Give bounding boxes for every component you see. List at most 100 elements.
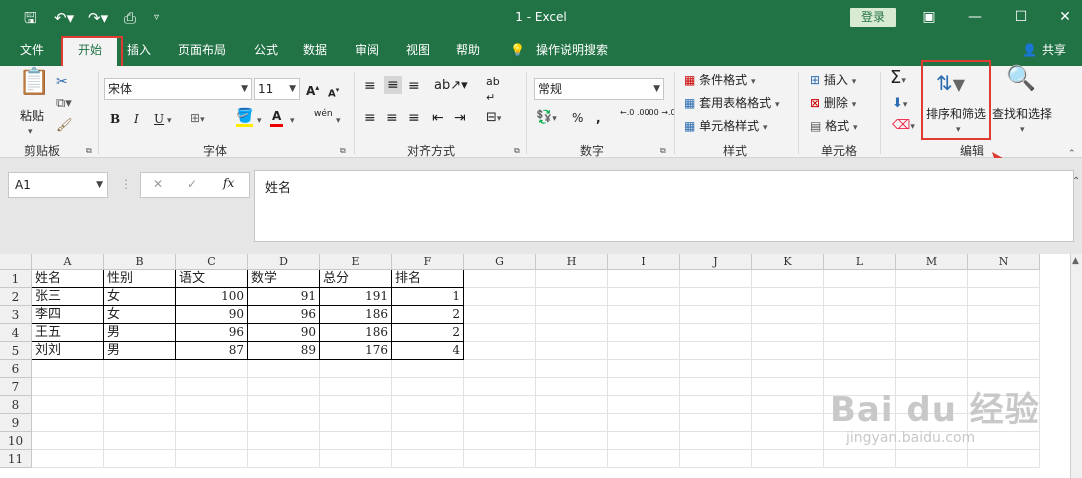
cell-m1[interactable] [896, 270, 968, 288]
cell-b6[interactable] [104, 360, 176, 378]
paste-dropdown-icon[interactable]: ▾ [28, 124, 33, 140]
find-select-icon[interactable]: 🔍 [1006, 66, 1036, 90]
fill-dropdown-icon[interactable]: ▾ [257, 113, 262, 129]
cell-d3[interactable]: 96 [248, 306, 320, 324]
cell-g10[interactable] [464, 432, 536, 450]
insert-function-icon[interactable]: fx [223, 176, 234, 190]
cell-h1[interactable] [536, 270, 608, 288]
cell-b5[interactable]: 男 [104, 342, 176, 360]
align-top-icon[interactable]: ≡ [364, 78, 376, 94]
cell-j1[interactable] [680, 270, 752, 288]
cell-c8[interactable] [176, 396, 248, 414]
row-header-8[interactable]: 8 [0, 396, 32, 414]
cell-g5[interactable] [464, 342, 536, 360]
cell-e5[interactable]: 176 [320, 342, 392, 360]
column-header-c[interactable]: C [176, 254, 248, 270]
close-icon[interactable]: ✕ [1050, 6, 1080, 28]
cell-d7[interactable] [248, 378, 320, 396]
tab-review[interactable]: 审阅 [355, 43, 379, 57]
cell-d4[interactable]: 90 [248, 324, 320, 342]
cell-c3[interactable]: 90 [176, 306, 248, 324]
cell-j5[interactable] [680, 342, 752, 360]
increase-decimal-button[interactable]: ←.0 .00 [620, 108, 650, 117]
cell-d11[interactable] [248, 450, 320, 468]
login-button[interactable]: 登录 [850, 8, 896, 27]
cell-b9[interactable] [104, 414, 176, 432]
column-header-k[interactable]: K [752, 254, 824, 270]
cell-h9[interactable] [536, 414, 608, 432]
format-as-table-button[interactable]: ▦ 套用表格格式 ▾ [684, 95, 780, 113]
row-header-9[interactable]: 9 [0, 414, 32, 432]
cell-k8[interactable] [752, 396, 824, 414]
cell-f11[interactable] [392, 450, 464, 468]
cell-h10[interactable] [536, 432, 608, 450]
cell-j9[interactable] [680, 414, 752, 432]
wrap-text-icon[interactable]: ab ↵ [486, 74, 500, 106]
print-preview-icon[interactable]: ⎙ [124, 8, 136, 28]
cell-e10[interactable] [320, 432, 392, 450]
cell-m3[interactable] [896, 306, 968, 324]
cell-e9[interactable] [320, 414, 392, 432]
column-header-a[interactable]: A [32, 254, 104, 270]
underline-dropdown-icon[interactable]: ▾ [167, 113, 172, 129]
cell-n2[interactable] [968, 288, 1040, 306]
expand-formula-icon[interactable]: ⌃ [1072, 176, 1080, 187]
tell-me-search[interactable]: 操作说明搜索 [536, 43, 608, 57]
cell-c6[interactable] [176, 360, 248, 378]
column-header-l[interactable]: L [824, 254, 896, 270]
cell-l5[interactable] [824, 342, 896, 360]
cell-g11[interactable] [464, 450, 536, 468]
cell-m2[interactable] [896, 288, 968, 306]
cell-h7[interactable] [536, 378, 608, 396]
font-name-select[interactable]: 宋体 ▼ [104, 78, 252, 100]
cell-f1[interactable]: 排名 [392, 270, 464, 288]
cell-h6[interactable] [536, 360, 608, 378]
cell-i4[interactable] [608, 324, 680, 342]
cell-h3[interactable] [536, 306, 608, 324]
cell-i3[interactable] [608, 306, 680, 324]
cell-n5[interactable] [968, 342, 1040, 360]
decrease-decimal-button[interactable]: .00 →.0 [646, 108, 676, 117]
cell-j7[interactable] [680, 378, 752, 396]
column-header-b[interactable]: B [104, 254, 176, 270]
align-left-icon[interactable]: ≡ [364, 110, 376, 126]
cell-b3[interactable]: 女 [104, 306, 176, 324]
cell-i11[interactable] [608, 450, 680, 468]
cell-i7[interactable] [608, 378, 680, 396]
find-select-button[interactable]: 查找和选择 [992, 106, 1052, 122]
cell-j6[interactable] [680, 360, 752, 378]
cell-k7[interactable] [752, 378, 824, 396]
cell-f3[interactable]: 2 [392, 306, 464, 324]
format-painter-icon[interactable]: 🖌 [56, 118, 73, 134]
comma-button[interactable]: , [596, 110, 601, 126]
cell-g9[interactable] [464, 414, 536, 432]
font-color-dropdown-icon[interactable]: ▾ [290, 113, 295, 129]
row-header-3[interactable]: 3 [0, 306, 32, 324]
column-header-n[interactable]: N [968, 254, 1040, 270]
cell-k6[interactable] [752, 360, 824, 378]
vertical-scrollbar[interactable]: ▲ [1070, 254, 1082, 478]
enter-icon[interactable]: ✓ [187, 177, 197, 191]
cell-d2[interactable]: 91 [248, 288, 320, 306]
cell-i1[interactable] [608, 270, 680, 288]
cell-j11[interactable] [680, 450, 752, 468]
cell-h2[interactable] [536, 288, 608, 306]
cell-b2[interactable]: 女 [104, 288, 176, 306]
cell-d10[interactable] [248, 432, 320, 450]
cell-c1[interactable]: 语文 [176, 270, 248, 288]
delete-cells-button[interactable]: ⊠ 删除 ▾ [810, 95, 856, 113]
cell-e1[interactable]: 总分 [320, 270, 392, 288]
insert-cells-button[interactable]: ⊞ 插入 ▾ [810, 72, 856, 90]
save-icon[interactable]: 🖫 [24, 8, 37, 28]
row-header-2[interactable]: 2 [0, 288, 32, 306]
align-bottom-icon[interactable]: ≡ [408, 78, 420, 94]
cell-n3[interactable] [968, 306, 1040, 324]
phonetic-dropdown-icon[interactable]: ▾ [336, 113, 341, 129]
cell-a11[interactable] [32, 450, 104, 468]
cell-k5[interactable] [752, 342, 824, 360]
font-color-button[interactable]: A [270, 108, 284, 127]
cell-j3[interactable] [680, 306, 752, 324]
cell-f7[interactable] [392, 378, 464, 396]
row-header-4[interactable]: 4 [0, 324, 32, 342]
cell-m5[interactable] [896, 342, 968, 360]
